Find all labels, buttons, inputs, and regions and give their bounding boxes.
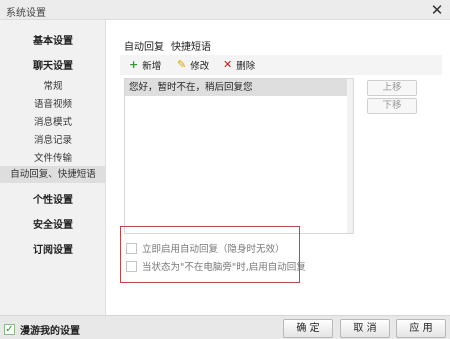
add-button[interactable]: + 新增	[129, 58, 162, 73]
list-item[interactable]: 您好，暂时不在，稍后回复您	[125, 79, 347, 96]
bottom-bar: ✓ 漫游我的设置 确 定 取 消 应 用	[0, 315, 450, 339]
sidebar: 基本设置 聊天设置 常规 语音视频 消息模式 消息记录 文件传输 自动回复、快捷…	[0, 20, 106, 315]
sidebar-item-subscription[interactable]: 订阅设置	[0, 241, 106, 256]
cancel-button[interactable]: 取 消	[340, 319, 390, 338]
roam-settings-option[interactable]: ✓ 漫游我的设置	[4, 322, 80, 337]
sidebar-item-auto-reply[interactable]: 自动回复、快捷短语	[0, 166, 106, 183]
ok-button[interactable]: 确 定	[283, 319, 333, 338]
pencil-icon: ✎	[177, 58, 187, 71]
list-scrollbar[interactable]	[347, 79, 353, 233]
tab-auto-reply[interactable]: 自动回复	[124, 38, 164, 53]
delete-button[interactable]: ✕ 删除	[223, 58, 256, 73]
delete-label: 删除	[236, 61, 256, 72]
sidebar-item-file-transfer[interactable]: 文件传输	[0, 150, 106, 164]
window-title: 系统设置	[6, 8, 46, 19]
move-down-button[interactable]: 下移	[367, 98, 417, 114]
sidebar-item-message-history[interactable]: 消息记录	[0, 132, 106, 146]
title-bar: 系统设置 ✕	[0, 0, 450, 20]
enable-now-checkbox[interactable]	[126, 242, 137, 254]
away-enable-option[interactable]: 当状态为"不在电脑旁"时,启用自动回复	[126, 259, 306, 273]
edit-label: 修改	[190, 61, 210, 72]
sidebar-item-voice-video[interactable]: 语音视频	[0, 96, 106, 110]
reply-list[interactable]: 您好，暂时不在，稍后回复您	[124, 78, 354, 234]
sidebar-item-personal[interactable]: 个性设置	[0, 191, 106, 206]
plus-icon: +	[129, 58, 139, 71]
sidebar-item-security[interactable]: 安全设置	[0, 216, 106, 231]
sidebar-item-chat[interactable]: 聊天设置	[0, 57, 106, 72]
enable-now-option[interactable]: 立即启用自动回复（隐身时无效）	[126, 241, 285, 255]
edit-button[interactable]: ✎ 修改	[177, 58, 210, 73]
away-enable-label: 当状态为"不在电脑旁"时,启用自动回复	[142, 262, 306, 273]
delete-icon: ✕	[223, 58, 233, 71]
move-up-button[interactable]: 上移	[367, 80, 417, 96]
sidebar-item-message-mode[interactable]: 消息模式	[0, 114, 106, 128]
apply-button[interactable]: 应 用	[396, 319, 446, 338]
add-label: 新增	[142, 61, 162, 72]
close-icon[interactable]: ✕	[428, 1, 446, 19]
tab-quick-phrase[interactable]: 快捷短语	[171, 38, 211, 53]
enable-now-label: 立即启用自动回复（隐身时无效）	[142, 244, 285, 255]
reply-toolbar: + 新增 ✎ 修改 ✕ 删除	[120, 55, 442, 75]
checkmark-icon[interactable]: ✓	[4, 324, 15, 335]
roam-settings-label: 漫游我的设置	[20, 326, 80, 337]
sidebar-item-basic[interactable]: 基本设置	[0, 32, 106, 47]
away-enable-checkbox[interactable]	[126, 260, 137, 272]
sidebar-item-general[interactable]: 常规	[0, 78, 106, 92]
